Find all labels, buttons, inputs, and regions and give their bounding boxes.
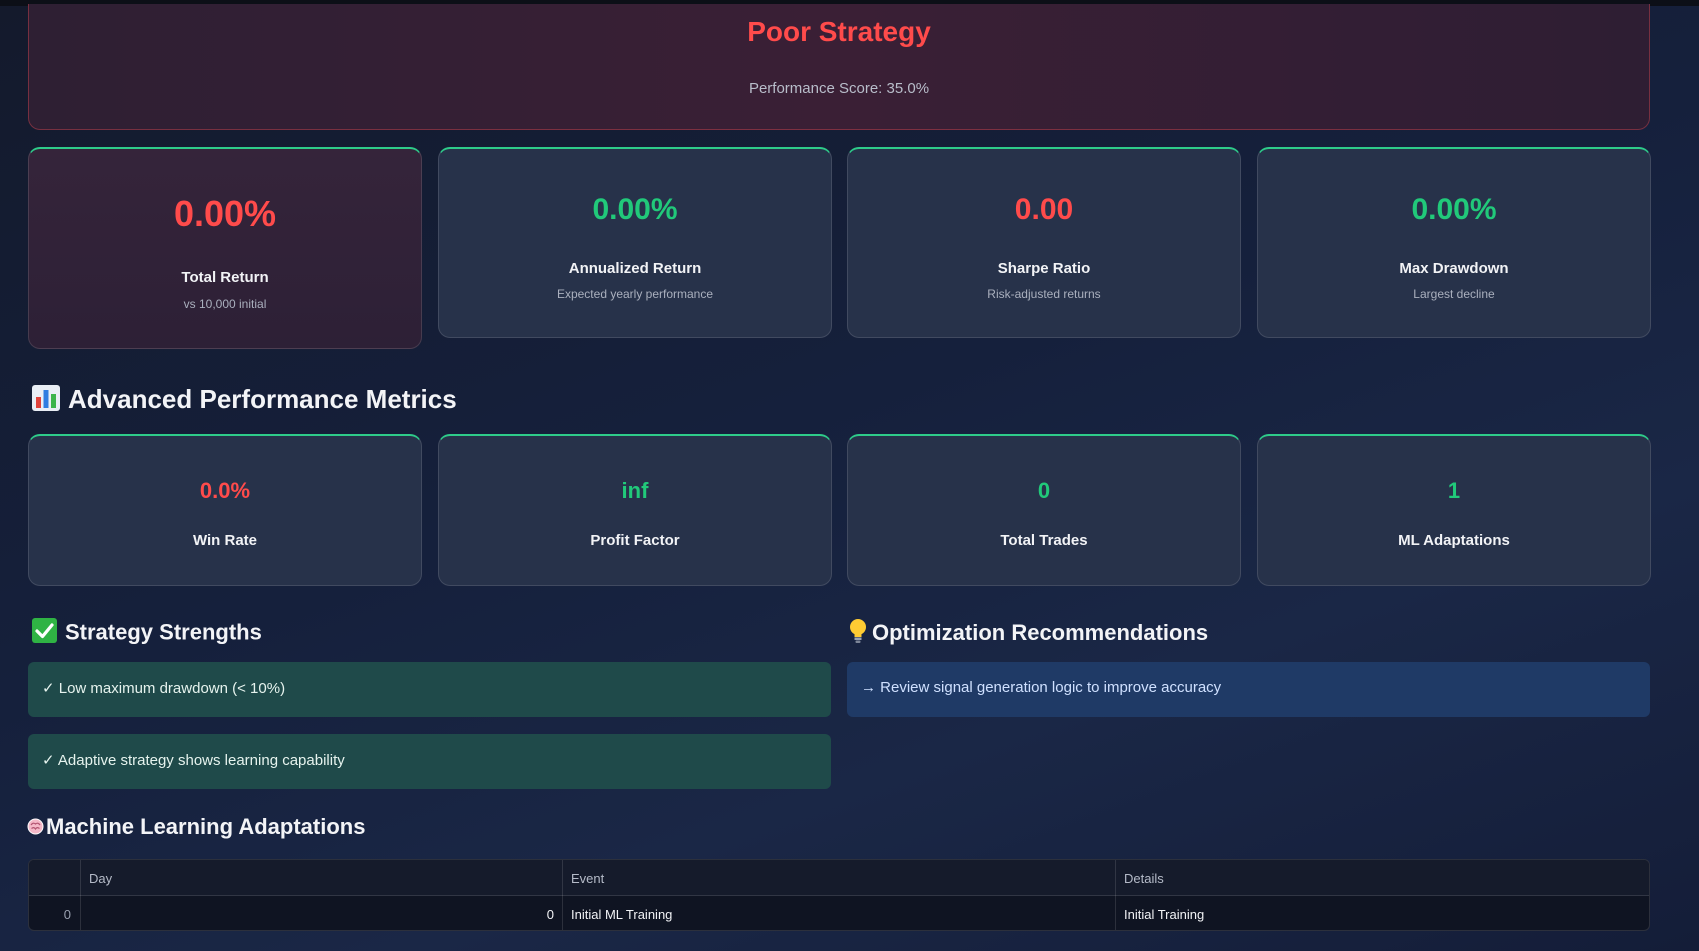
ml-adaptations-value: 1 [1447,478,1461,503]
max-drawdown-label: Max Drawdown [1399,260,1509,277]
light-bulb-icon [848,618,868,650]
strengths-title: Strategy Strengths [65,619,262,645]
ml-adaptations-card: 1 ML Adaptations [1257,434,1651,586]
max-drawdown-sub: Largest decline [1413,287,1495,301]
check-mark-icon [32,618,57,649]
strength-item: ✓ Adaptive strategy shows learning capab… [28,734,831,789]
recommendations-heading: Optimization Recommendations [848,618,1208,650]
total-trades-value: 0 [1037,478,1051,503]
profit-factor-card: inf Profit Factor [438,434,832,586]
bar-chart-icon [32,384,60,418]
day-column-header[interactable]: Day [81,860,563,896]
row-index-cell[interactable]: 0 [29,896,81,930]
index-column-header[interactable] [29,860,81,896]
sharpe-ratio-label: Sharpe Ratio [997,260,1091,277]
performance-score: Performance Score: 35.0% [748,80,930,97]
ml-adaptations-label: ML Adaptations [1398,532,1510,549]
annualized-return-sub: Expected yearly performance [556,287,714,301]
total-return-value: 0.00% [173,193,277,234]
verdict-title: Poor Strategy [747,16,931,47]
max-drawdown-value: 0.00% [1411,193,1497,226]
ml-adaptations-table[interactable]: Day Event Details 0 0 Initial ML Trainin… [28,859,1650,931]
total-return-label: Total Return [181,269,269,286]
brain-icon [27,815,44,841]
details-cell[interactable]: Initial Training [1116,896,1649,930]
strength-item: ✓ Low maximum drawdown (< 10%) [28,662,831,717]
profit-factor-label: Profit Factor [590,532,680,549]
recommendation-item: → Review signal generation logic to impr… [847,662,1650,717]
annualized-return-label: Annualized Return [568,260,702,277]
event-column-header[interactable]: Event [563,860,1116,896]
strengths-heading: Strategy Strengths [32,618,262,649]
profit-factor-value: inf [621,478,649,503]
total-return-card: 0.00% Total Return vs 10,000 initial [28,147,422,349]
win-rate-card: 0.0% Win Rate [28,434,422,586]
annualized-return-card: 0.00% Annualized Return Expected yearly … [438,147,832,338]
sharpe-ratio-sub: Risk-adjusted returns [987,287,1101,301]
sharpe-ratio-card: 0.00 Sharpe Ratio Risk-adjusted returns [847,147,1241,338]
annualized-return-value: 0.00% [592,193,678,226]
table-header-row: Day Event Details [29,860,1649,896]
event-cell[interactable]: Initial ML Training [563,896,1116,930]
win-rate-label: Win Rate [192,532,258,549]
ml-adaptations-title: Machine Learning Adaptations [46,814,366,839]
max-drawdown-card: 0.00% Max Drawdown Largest decline [1257,147,1651,338]
details-column-header[interactable]: Details [1116,860,1649,896]
advanced-metrics-title: Advanced Performance Metrics [68,384,457,414]
ml-adaptations-heading: Machine Learning Adaptations [27,814,365,841]
advanced-metrics-heading: Advanced Performance Metrics [32,384,457,418]
table-row[interactable]: 0 0 Initial ML Training Initial Training [29,896,1649,930]
total-trades-label: Total Trades [1000,532,1088,549]
total-trades-card: 0 Total Trades [847,434,1241,586]
sharpe-ratio-value: 0.00 [1014,193,1074,226]
day-cell[interactable]: 0 [81,896,563,930]
strategy-verdict-banner: Poor Strategy Performance Score: 35.0% [28,4,1650,130]
total-return-sub: vs 10,000 initial [183,297,267,311]
win-rate-value: 0.0% [199,478,251,503]
recommendations-title: Optimization Recommendations [872,619,1209,645]
